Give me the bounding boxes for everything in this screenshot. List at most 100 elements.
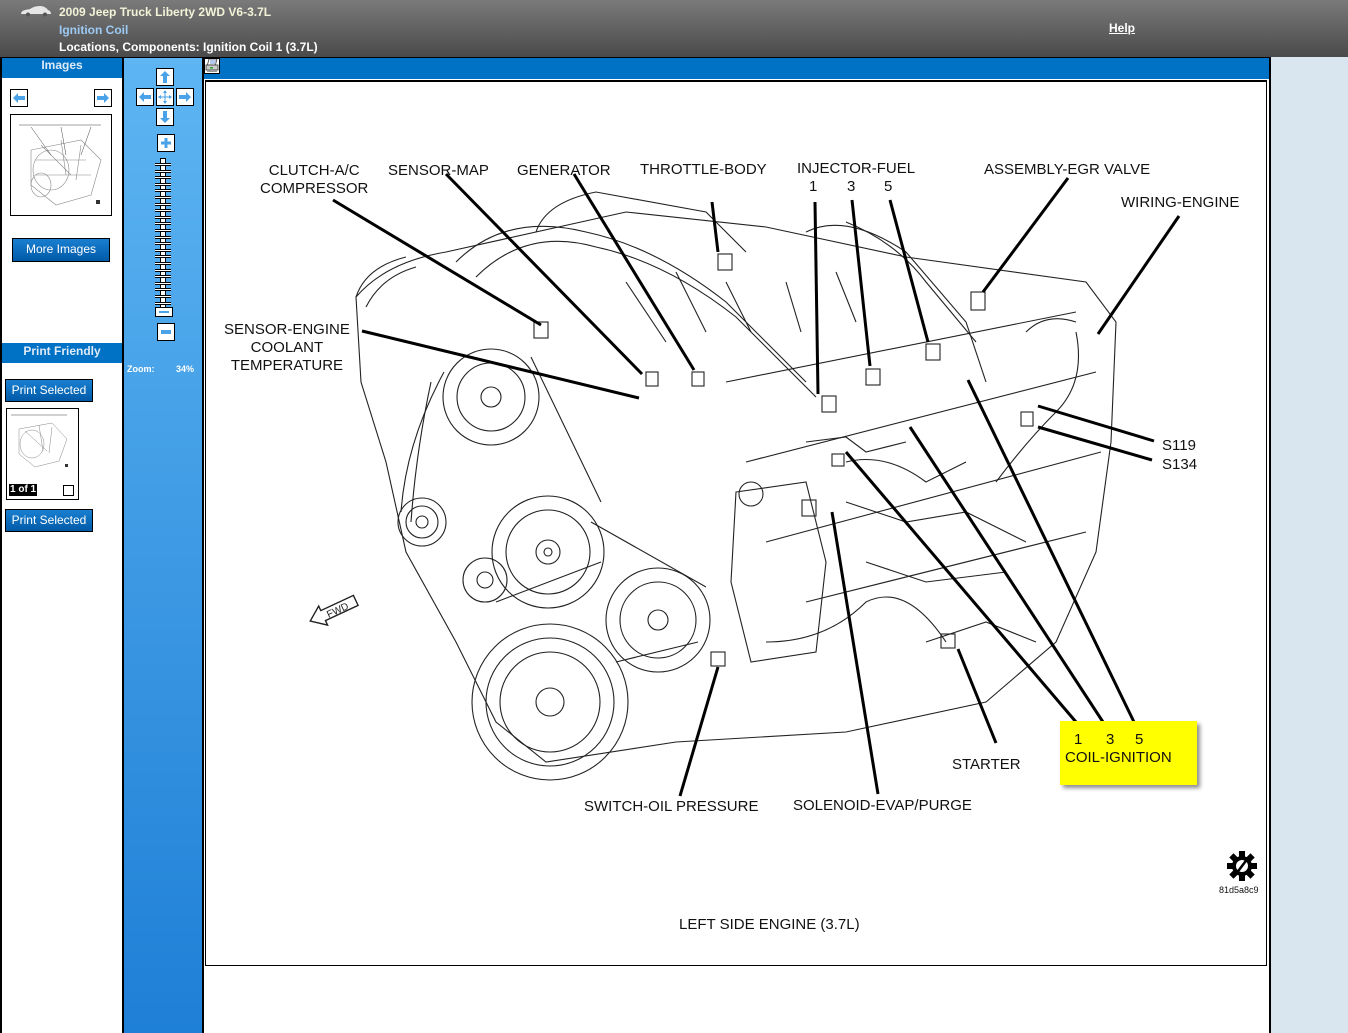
zoom-slider-tick	[155, 215, 171, 219]
print-selected-button-top[interactable]: Print Selected	[5, 379, 93, 402]
zoom-value: 34%	[176, 364, 195, 374]
zoom-slider-tick	[155, 288, 171, 292]
label-s119: S119	[1162, 437, 1196, 454]
images-heading: Images	[2, 58, 122, 78]
printer-icon	[205, 58, 219, 72]
gear-slash-icon	[1227, 851, 1257, 881]
injector-number-3: 3	[847, 178, 856, 195]
zoom-slider-tick	[155, 196, 171, 199]
vehicle-title: 2009 Jeep Truck Liberty 2WD V6-3.7L	[59, 5, 272, 19]
label-sensor-map: SENSOR-MAP	[388, 162, 489, 179]
label-switch-oil-pressure: SWITCH-OIL PRESSURE	[584, 798, 759, 815]
image-thumbnail[interactable]	[10, 114, 112, 216]
print-page-thumbnail[interactable]: 1 of 1	[6, 408, 79, 500]
plus-icon	[161, 138, 171, 148]
image-code: 81d5a8c9	[1219, 885, 1259, 895]
app-header: 2009 Jeep Truck Liberty 2WD V6-3.7L Igni…	[0, 0, 1348, 57]
diagram-canvas[interactable]: FWD CLUTCH-A/C COMPRESSOR SENSOR-MAP GEN…	[205, 80, 1267, 966]
zoom-slider-tick	[155, 248, 171, 252]
fwd-label: FWD	[325, 601, 350, 621]
next-image-button[interactable]	[94, 89, 112, 107]
breadcrumb: Locations, Components: Ignition Coil 1 (…	[59, 40, 318, 54]
zoom-slider-tick	[155, 209, 171, 213]
pan-left-icon	[139, 92, 151, 102]
label-coolant-line1: SENSOR-ENGINE	[224, 321, 350, 338]
zoom-slider-tick	[155, 202, 171, 206]
pan-center-icon	[158, 90, 172, 104]
label-solenoid-evap-purge: SOLENOID-EVAP/PURGE	[793, 797, 972, 814]
arrow-right-icon	[97, 93, 109, 103]
help-link[interactable]: Help	[1109, 21, 1135, 35]
car-icon	[21, 6, 51, 17]
label-clutch-ac-compressor: CLUTCH-A/C COMPRESSOR	[260, 162, 368, 198]
zoom-slider-handle[interactable]	[155, 307, 173, 317]
images-panel: Images More Images Print Friendly Print …	[0, 57, 122, 1033]
zoom-slider-tick	[155, 163, 171, 166]
label-coil-ignition: COIL-IGNITION	[1065, 749, 1172, 766]
more-images-button[interactable]: More Images	[12, 238, 110, 262]
pan-down-icon	[160, 111, 170, 123]
coil-ignition-highlight: 1 3 5 COIL-IGNITION	[1060, 721, 1197, 785]
label-clutch-line1: CLUTCH-A/C	[268, 162, 360, 179]
coil-number-5: 5	[1135, 731, 1144, 748]
page-indicator: 1 of 1	[9, 484, 38, 496]
coil-number-3: 3	[1106, 731, 1115, 748]
component-title[interactable]: Ignition Coil	[59, 23, 128, 37]
print-friendly-heading: Print Friendly	[2, 343, 122, 363]
zoom-in-button[interactable]	[157, 134, 175, 152]
zoom-label: Zoom:	[127, 364, 155, 374]
zoom-slider-tick	[155, 189, 171, 193]
label-clutch-line2: COMPRESSOR	[260, 180, 369, 197]
zoom-slider-tick	[155, 281, 171, 285]
zoom-out-button[interactable]	[157, 323, 175, 341]
zoom-slider-tick	[155, 242, 171, 246]
previous-image-button[interactable]	[10, 89, 28, 107]
page-select-checkbox[interactable]	[63, 485, 74, 496]
zoom-slider-tick	[155, 222, 171, 226]
zoom-slider-tick	[155, 176, 171, 180]
zoom-toolbar: Zoom: 34%	[122, 57, 204, 1033]
pan-center-button[interactable]	[156, 88, 174, 106]
print-button[interactable]	[204, 58, 220, 74]
engine-diagram: FWD	[309, 172, 1181, 797]
zoom-slider-tick	[155, 169, 171, 173]
pan-right-icon	[179, 92, 191, 102]
viewer-toolbar	[204, 57, 1271, 79]
pan-left-button[interactable]	[136, 88, 154, 106]
zoom-slider-tick	[155, 182, 171, 186]
label-s134: S134	[1162, 456, 1198, 473]
zoom-slider-tick	[155, 275, 171, 279]
engine-page-thumbnail-image	[11, 414, 68, 468]
pan-up-button[interactable]	[156, 68, 174, 86]
arrow-left-icon	[13, 93, 25, 103]
image-viewer: FWD CLUTCH-A/C COMPRESSOR SENSOR-MAP GEN…	[204, 79, 1271, 1033]
zoom-slider-tick	[155, 255, 171, 259]
diagram-caption: LEFT SIDE ENGINE (3.7L)	[679, 916, 860, 933]
minus-icon	[161, 330, 171, 334]
pan-down-button[interactable]	[156, 108, 174, 126]
zoom-slider-track[interactable]	[155, 158, 171, 308]
injector-number-5: 5	[884, 178, 893, 195]
zoom-slider-tick	[155, 229, 171, 232]
print-selected-button-bottom[interactable]: Print Selected	[5, 509, 93, 532]
pan-up-icon	[160, 71, 170, 83]
pan-right-button[interactable]	[176, 88, 194, 106]
zoom-slider-tick	[155, 295, 171, 298]
label-starter: STARTER	[952, 756, 1021, 773]
label-throttle-body: THROTTLE-BODY	[640, 161, 767, 178]
coil-number-1: 1	[1074, 731, 1083, 748]
injector-number-1: 1	[809, 178, 818, 195]
label-coolant-line2: COOLANT	[250, 339, 324, 356]
label-assembly-egr-valve: ASSEMBLY-EGR VALVE	[984, 161, 1151, 178]
label-generator: GENERATOR	[517, 162, 611, 179]
zoom-slider-tick	[155, 301, 171, 305]
engine-thumbnail-image	[19, 124, 102, 206]
right-margin	[1271, 57, 1348, 1033]
label-wiring-engine: WIRING-ENGINE	[1121, 194, 1240, 211]
zoom-slider-tick	[155, 262, 171, 265]
zoom-slider-tick	[155, 235, 171, 239]
label-sensor-engine-coolant-temperature: SENSOR-ENGINE COOLANT TEMPERATURE	[224, 321, 350, 375]
zoom-slider-tick	[155, 268, 171, 272]
label-coolant-line3: TEMPERATURE	[230, 357, 344, 374]
label-injector-fuel: INJECTOR-FUEL	[797, 160, 916, 177]
